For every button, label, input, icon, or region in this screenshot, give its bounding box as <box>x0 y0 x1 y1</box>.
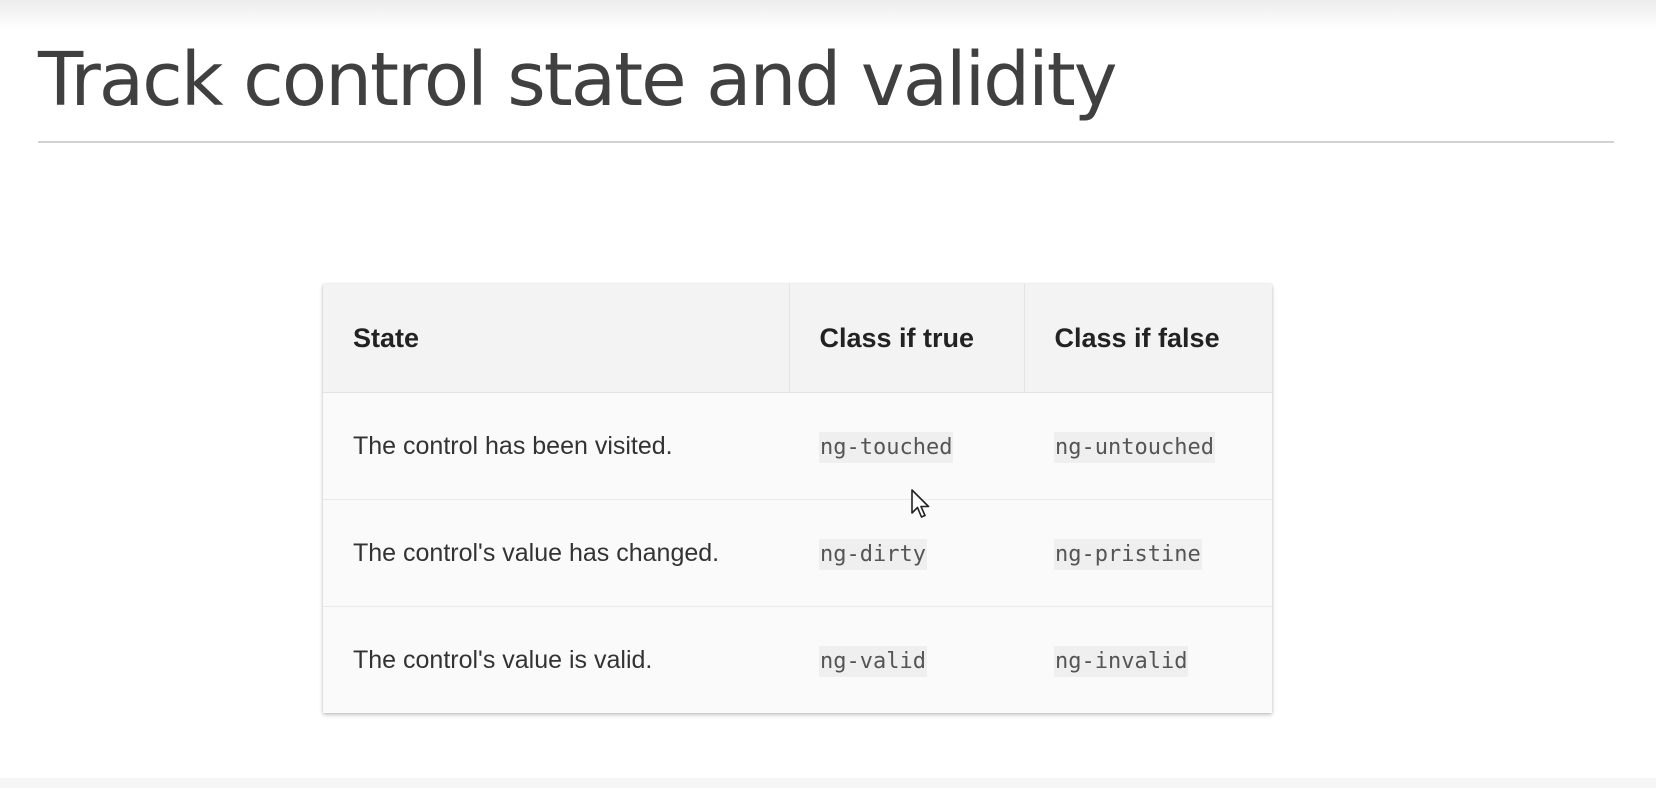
state-class-table: State Class if true Class if false The c… <box>323 284 1272 713</box>
slide-title: Track control state and validity <box>38 37 1118 123</box>
state-cell: The control's value is valid. <box>353 645 653 674</box>
top-shade <box>0 0 1656 30</box>
title-divider <box>38 141 1614 143</box>
header-class-if-false: Class if false <box>1023 284 1272 393</box>
bottom-shade <box>0 778 1656 788</box>
state-class-table-card: State Class if true Class if false The c… <box>323 284 1272 713</box>
table-row: The control's value is valid. ng-valid n… <box>323 607 1272 714</box>
class-true-code: ng-dirty <box>819 538 927 570</box>
class-false-code: ng-untouched <box>1054 431 1215 463</box>
mouse-pointer-icon <box>911 489 930 518</box>
class-false-code: ng-invalid <box>1054 645 1189 677</box>
table-header-row: State Class if true Class if false <box>323 284 1272 393</box>
table-row: The control has been visited. ng-touched… <box>323 392 1272 500</box>
state-cell: The control has been visited. <box>323 392 789 500</box>
class-true-code: ng-touched <box>819 431 954 463</box>
table-row: The control's value has changed. ng-dirt… <box>323 499 1272 607</box>
class-true-code: ng-valid <box>819 645 927 677</box>
header-class-if-true: Class if true <box>788 284 1024 393</box>
state-cell: The control's value has changed. <box>323 499 789 607</box>
class-false-code: ng-pristine <box>1054 538 1202 570</box>
header-state: State <box>323 284 789 393</box>
